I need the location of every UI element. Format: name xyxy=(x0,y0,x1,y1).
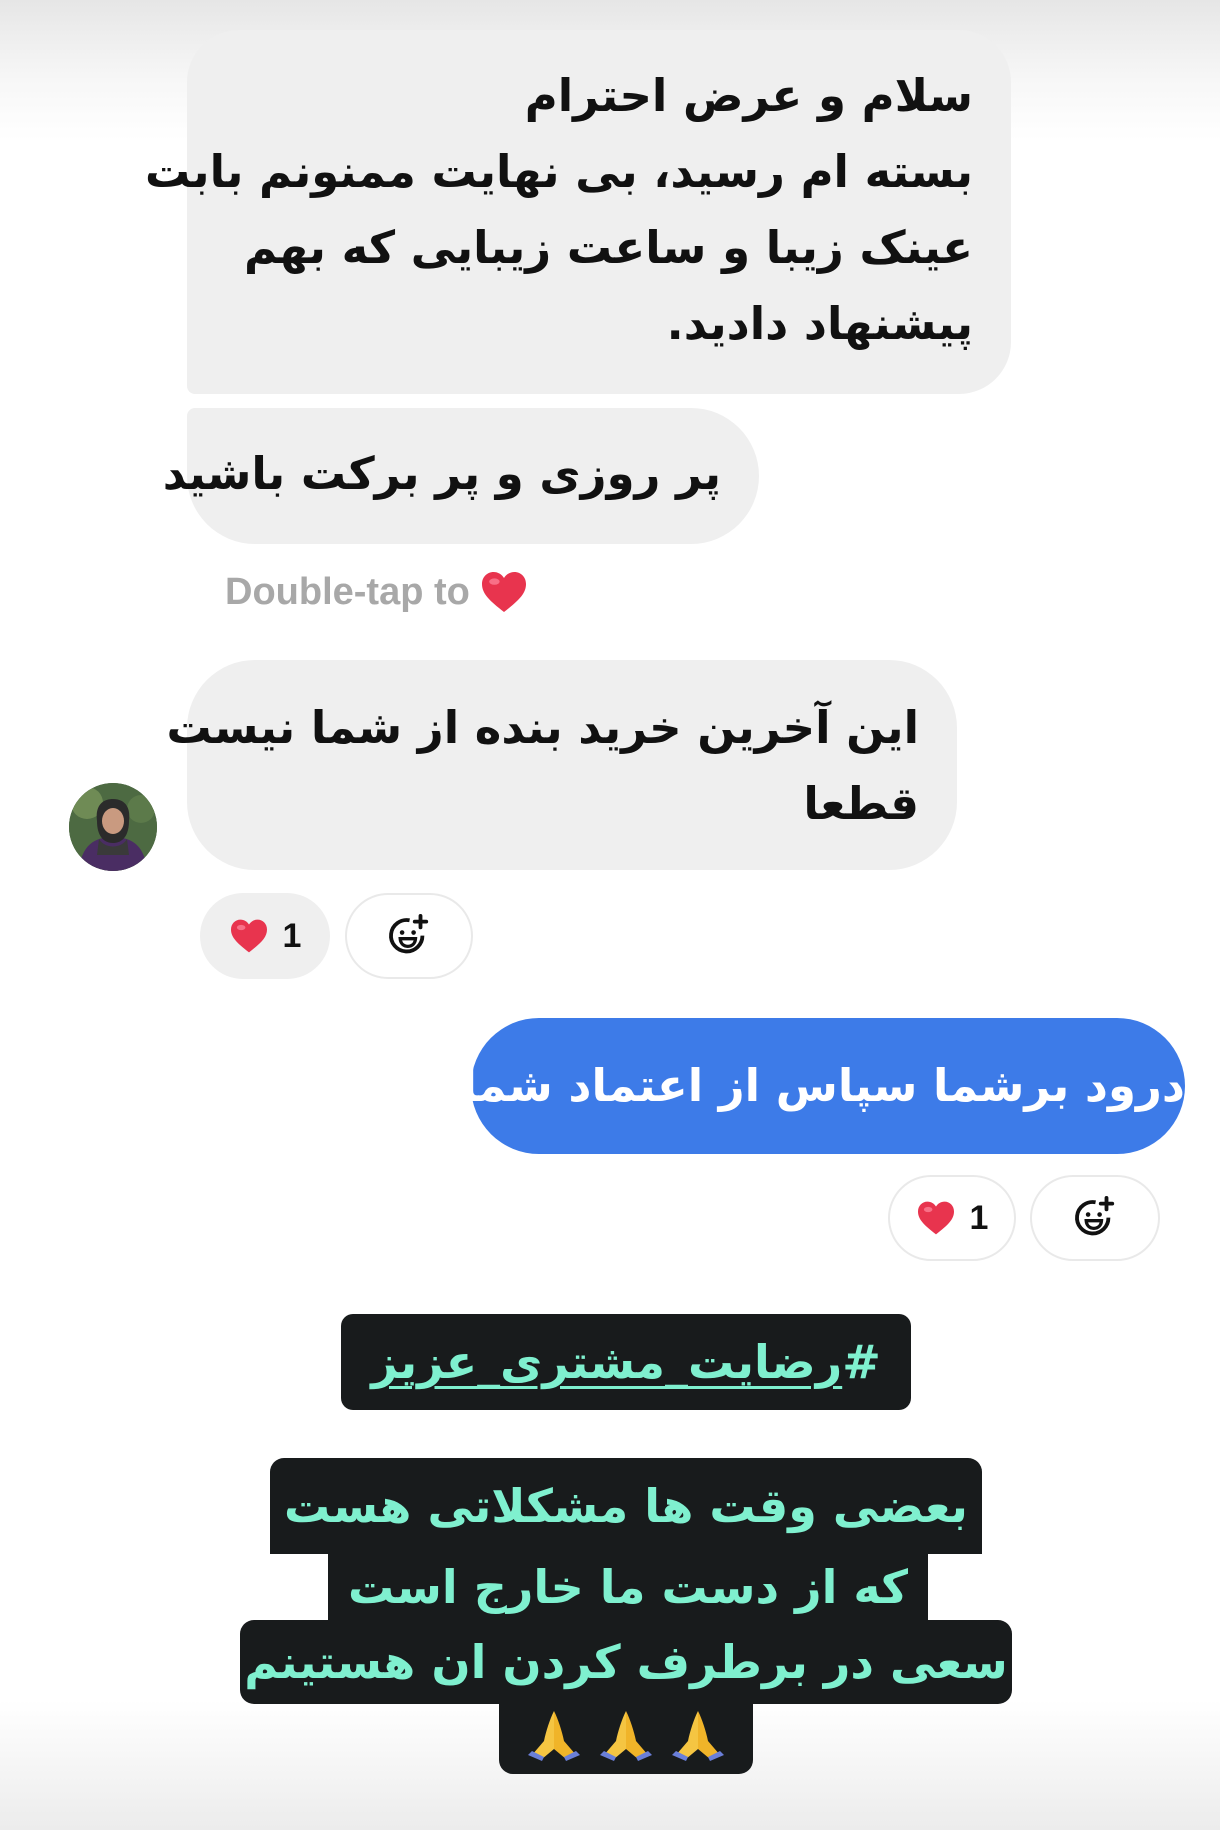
double-tap-hint-text: Double-tap to xyxy=(225,570,470,613)
message-text-line: بسته ام رسید، بی نهایت ممنونم بابت xyxy=(145,145,973,198)
incoming-message-bubble[interactable]: پر روزی و پر برکت باشید xyxy=(162,408,759,544)
avatar-photo xyxy=(69,783,157,871)
hashtag-symbol: # xyxy=(842,1335,881,1389)
hashtag-sticker[interactable]: #رضایت_مشتری_عزیز xyxy=(341,1314,911,1410)
heart-icon xyxy=(481,572,526,612)
add-reaction-button[interactable] xyxy=(345,893,473,979)
reaction-count-chip[interactable]: 1 xyxy=(200,893,330,979)
message-text-line: قطعا xyxy=(803,777,919,830)
hashtag-text: رضایت_مشتری_عزیز xyxy=(371,1335,843,1389)
heart-icon xyxy=(230,919,267,953)
reaction-count-chip[interactable]: 1 xyxy=(888,1175,1016,1261)
incoming-message-bubble[interactable]: سلام و عرض احترام بسته ام رسید، بی نهایت… xyxy=(145,30,1011,394)
caption-line: سعی در برطرف کردن ان هستینم xyxy=(240,1620,1012,1704)
story-screenshot: سلام و عرض احترام بسته ام رسید، بی نهایت… xyxy=(0,0,1220,1830)
message-text-line: پر روزی و پر برکت باشید xyxy=(162,447,721,500)
double-tap-hint: Double-tap to xyxy=(225,570,528,614)
add-reaction-button[interactable] xyxy=(1030,1175,1160,1261)
caption-line: بعضی وقت ها مشکلاتی هست xyxy=(270,1458,982,1554)
reaction-count: 1 xyxy=(282,916,302,955)
caption-emoji-line xyxy=(499,1696,753,1774)
outgoing-message-bubble[interactable]: درود برشما سپاس از اعتماد شما xyxy=(461,1018,1185,1154)
caption-line: که از دست ما خارج است xyxy=(328,1546,928,1628)
heart-icon xyxy=(917,1201,954,1235)
folded-hands-icon xyxy=(528,1711,580,1761)
message-text-line: این آخرین خرید بنده از شما نیست xyxy=(166,701,919,754)
message-text: درود برشما سپاس از اعتماد شما xyxy=(461,1059,1185,1112)
incoming-message-bubble[interactable]: این آخرین خرید بنده از شما نیست قطعا xyxy=(166,660,957,870)
message-text-line: سلام و عرض احترام xyxy=(524,69,973,122)
folded-hands-icon xyxy=(600,1711,652,1761)
add-reaction-icon xyxy=(1075,1195,1115,1236)
message-text-line: پیشنهاد دادید. xyxy=(666,297,973,350)
folded-hands-icon xyxy=(672,1711,724,1761)
reaction-count: 1 xyxy=(969,1198,989,1237)
message-text-line: عینک زیبا و ساعت زیبایی که بهم xyxy=(244,221,973,274)
add-reaction-icon xyxy=(389,913,429,954)
avatar[interactable] xyxy=(69,783,157,871)
